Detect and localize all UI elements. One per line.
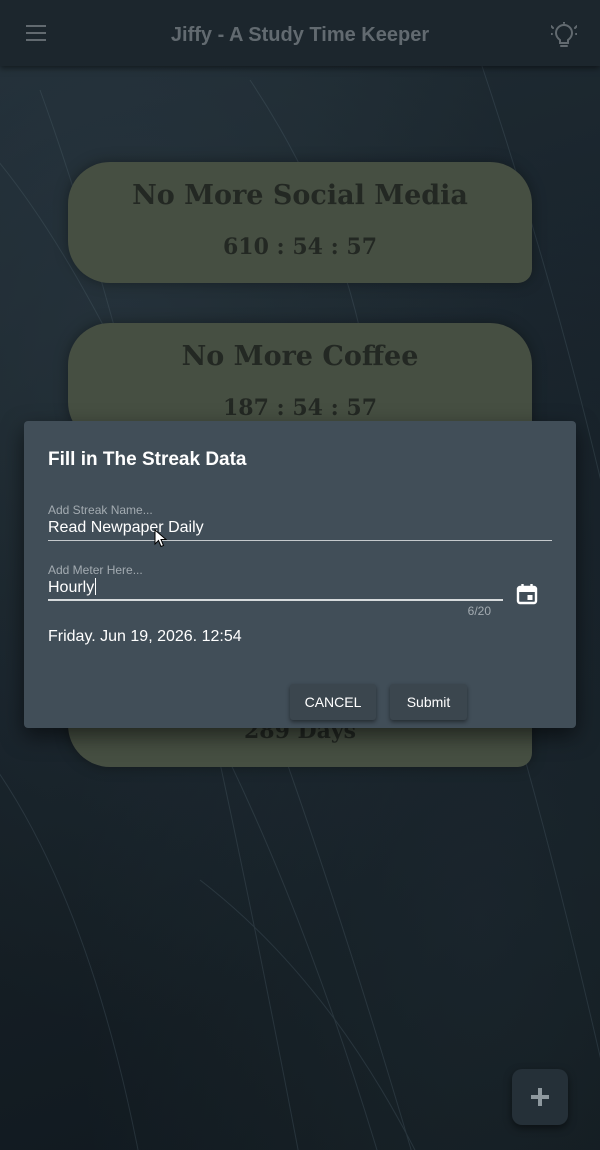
streak-name-input[interactable]: Read Newpaper Daily — [48, 519, 204, 537]
selected-date: Friday. Jun 19, 2026. 12:54 — [48, 628, 242, 645]
streak-dialog: Fill in The Streak Data Add Streak Name.… — [24, 421, 576, 728]
meter-input-value: Hourly — [48, 579, 95, 596]
submit-button[interactable]: Submit — [390, 684, 467, 720]
streak-name-underline — [48, 540, 552, 541]
add-streak-button[interactable] — [512, 1069, 568, 1125]
streak-name-label: Add Streak Name... — [48, 503, 153, 517]
meter-label: Add Meter Here... — [48, 563, 143, 577]
text-caret — [95, 578, 97, 595]
plus-icon — [531, 1088, 549, 1106]
character-counter: 6/20 — [467, 604, 491, 618]
cancel-button[interactable]: CANCEL — [290, 684, 376, 720]
meter-input[interactable]: Hourly — [48, 578, 97, 597]
meter-underline — [48, 599, 503, 601]
dialog-title: Fill in The Streak Data — [48, 449, 247, 470]
calendar-icon[interactable] — [516, 583, 538, 605]
mouse-pointer-icon — [154, 529, 168, 548]
